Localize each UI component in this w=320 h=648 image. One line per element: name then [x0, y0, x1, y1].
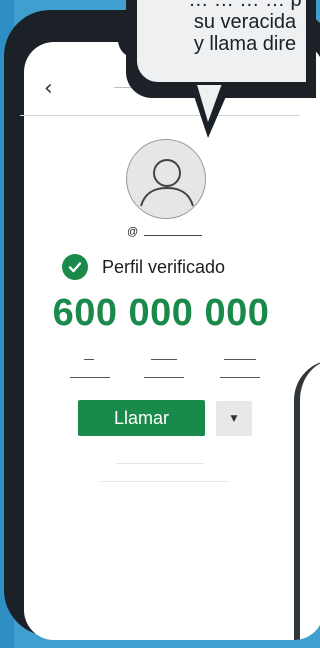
bubble-line-2: su veracida — [193, 11, 297, 33]
stat-placeholder-3 — [220, 359, 260, 381]
handle-at-symbol: @ — [127, 226, 139, 238]
caret-down-icon[interactable]: ▼ — [216, 401, 252, 436]
footer-placeholder-2 — [100, 481, 230, 482]
bubble-line-1: … … … … p — [188, 0, 302, 11]
handle-placeholder — [144, 235, 202, 236]
stat-placeholder-2 — [144, 359, 184, 381]
speech-bubble: … … … … p su veracida y llama dire — [0, 0, 316, 150]
bubble-line-3: y llama dire — [193, 33, 297, 55]
footer-placeholder-1 — [116, 463, 204, 464]
frame-edge — [294, 360, 320, 640]
stat-placeholder-1 — [70, 359, 110, 381]
speech-bubble-box: … … … … p su veracida y llama dire — [134, 0, 309, 85]
speech-bubble-tail — [188, 78, 234, 138]
avatar — [126, 139, 206, 219]
verified-label: Perfil verificado — [102, 256, 226, 277]
speech-bubble-text: … … … … p su veracida y llama dire — [145, 0, 306, 55]
call-button[interactable]: Llamar — [78, 400, 205, 436]
phone-number: 600 000 000 — [52, 292, 270, 334]
user-silhouette-icon — [140, 159, 194, 207]
verified-badge: Perfil verificado — [62, 254, 225, 280]
check-circle-icon — [62, 254, 88, 280]
